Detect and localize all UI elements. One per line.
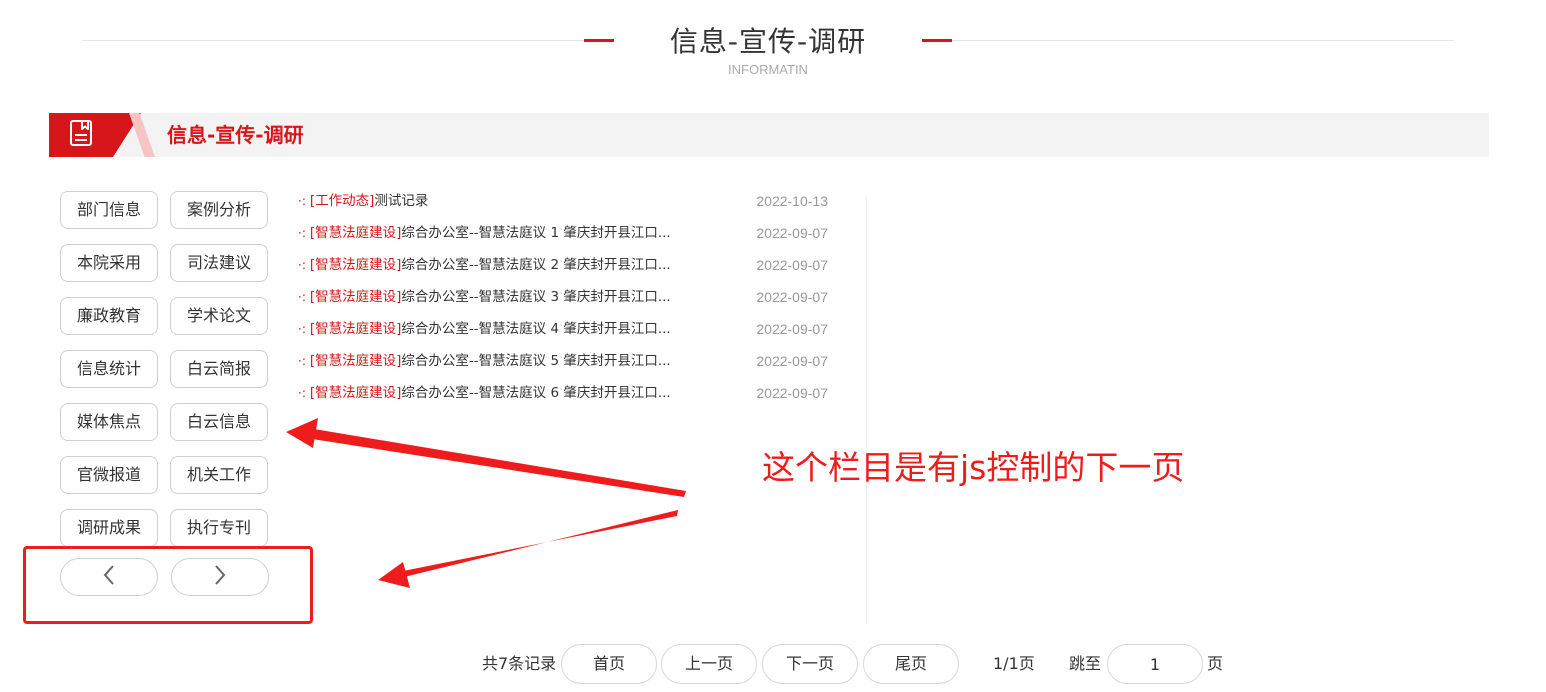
category-button[interactable]: 司法建议 (170, 244, 268, 282)
category-button[interactable]: 学术论文 (170, 297, 268, 335)
news-date: 2022-09-07 (756, 353, 828, 369)
next-page-button[interactable]: 下一页 (762, 644, 858, 684)
last-page-button[interactable]: 尾页 (863, 644, 959, 684)
section-title: 信息-宣传-调研 (167, 123, 304, 147)
news-category[interactable]: [智慧法庭建设] (310, 225, 402, 241)
news-date: 2022-09-07 (756, 385, 828, 401)
category-button[interactable]: 本院采用 (60, 244, 158, 282)
prev-page-button[interactable]: 上一页 (661, 644, 757, 684)
category-button[interactable]: 廉政教育 (60, 297, 158, 335)
news-title[interactable]: 综合办公室--智慧法庭议 6 肇庆封开县江口... (401, 385, 670, 401)
news-date: 2022-09-07 (756, 225, 828, 241)
bullet-icon: ·: (298, 322, 306, 336)
document-icon (67, 119, 95, 151)
news-category[interactable]: [工作动态] (310, 193, 375, 209)
jump-page-input[interactable] (1107, 644, 1203, 684)
news-category[interactable]: [智慧法庭建设] (310, 289, 402, 305)
jump-label: 跳至 (1069, 654, 1102, 673)
list-item[interactable]: ·: [工作动态]测试记录 2022-10-13 (298, 191, 828, 211)
news-date: 2022-09-07 (756, 257, 828, 273)
list-item[interactable]: ·: [智慧法庭建设]综合办公室--智慧法庭议 2 肇庆封开县江口... 2022… (298, 255, 828, 275)
category-button[interactable]: 部门信息 (60, 191, 158, 229)
news-title[interactable]: 综合办公室--智慧法庭议 4 肇庆封开县江口... (401, 321, 670, 337)
page-subtitle: INFORMATIN (728, 62, 808, 77)
column-divider (866, 196, 867, 624)
category-button[interactable]: 调研成果 (60, 509, 158, 547)
bullet-icon: ·: (298, 354, 306, 368)
page-info: 1/1页 (993, 654, 1035, 673)
list-item[interactable]: ·: [智慧法庭建设]综合办公室--智慧法庭议 1 肇庆封开县江口... 2022… (298, 223, 828, 243)
annotation-text: 这个栏目是有js控制的下一页 (762, 448, 1185, 487)
news-title[interactable]: 综合办公室--智慧法庭议 2 肇庆封开县江口... (401, 257, 670, 273)
category-button[interactable]: 白云信息 (170, 403, 268, 441)
category-button[interactable]: 白云简报 (170, 350, 268, 388)
page-unit-label: 页 (1207, 654, 1224, 673)
page-title: 信息-宣传-调研 (669, 25, 867, 58)
category-button[interactable]: 媒体焦点 (60, 403, 158, 441)
section-icon-box (49, 113, 113, 157)
category-button[interactable]: 执行专刊 (170, 509, 268, 547)
news-category[interactable]: [智慧法庭建设] (310, 353, 402, 369)
annotation-arrow-upper (286, 418, 686, 497)
first-page-button[interactable]: 首页 (561, 644, 657, 684)
annotation-arrow-lower (378, 510, 678, 588)
news-title[interactable]: 综合办公室--智慧法庭议 3 肇庆封开县江口... (401, 289, 670, 305)
bullet-icon: ·: (298, 386, 306, 400)
category-button[interactable]: 信息统计 (60, 350, 158, 388)
news-category[interactable]: [智慧法庭建设] (310, 257, 402, 273)
header-dash-right (922, 39, 952, 42)
page-header: 信息-宣传-调研 INFORMATIN (614, 14, 922, 78)
section-bar: 信息-宣传-调研 (49, 113, 1489, 157)
news-date: 2022-10-13 (756, 193, 828, 209)
news-title[interactable]: 测试记录 (374, 193, 428, 209)
news-category[interactable]: [智慧法庭建设] (310, 321, 402, 337)
category-button[interactable]: 案例分析 (170, 191, 268, 229)
news-title[interactable]: 综合办公室--智慧法庭议 1 肇庆封开县江口... (401, 225, 670, 241)
news-date: 2022-09-07 (756, 321, 828, 337)
news-title[interactable]: 综合办公室--智慧法庭议 5 肇庆封开县江口... (401, 353, 670, 369)
bullet-icon: ·: (298, 290, 306, 304)
pagination-total: 共7条记录 (482, 654, 557, 673)
annotation-highlight-box (23, 546, 313, 624)
list-item[interactable]: ·: [智慧法庭建设]综合办公室--智慧法庭议 3 肇庆封开县江口... 2022… (298, 287, 828, 307)
news-category[interactable]: [智慧法庭建设] (310, 385, 402, 401)
list-item[interactable]: ·: [智慧法庭建设]综合办公室--智慧法庭议 5 肇庆封开县江口... 2022… (298, 351, 828, 371)
header-dash-left (584, 39, 614, 42)
news-date: 2022-09-07 (756, 289, 828, 305)
bullet-icon: ·: (298, 226, 306, 240)
bullet-icon: ·: (298, 194, 306, 208)
category-button[interactable]: 机关工作 (170, 456, 268, 494)
bullet-icon: ·: (298, 258, 306, 272)
list-item[interactable]: ·: [智慧法庭建设]综合办公室--智慧法庭议 4 肇庆封开县江口... 2022… (298, 319, 828, 339)
category-button[interactable]: 官微报道 (60, 456, 158, 494)
list-item[interactable]: ·: [智慧法庭建设]综合办公室--智慧法庭议 6 肇庆封开县江口... 2022… (298, 383, 828, 403)
